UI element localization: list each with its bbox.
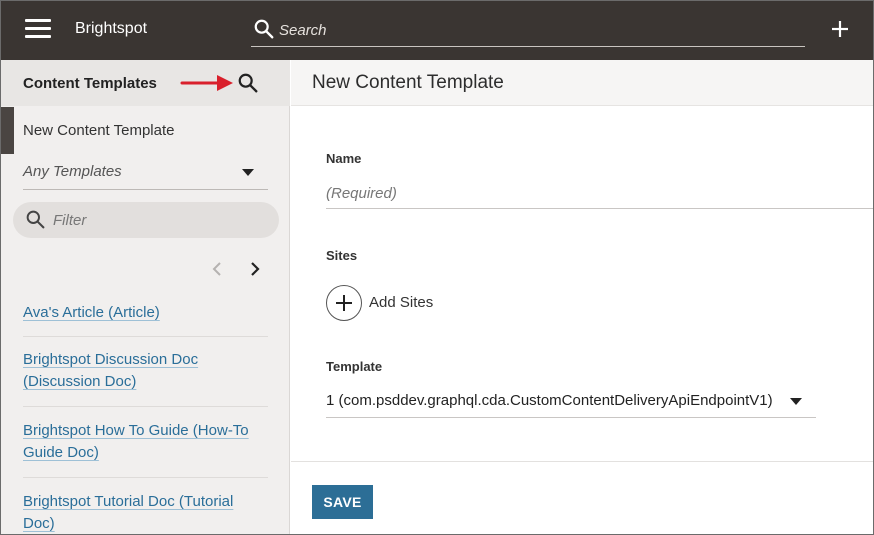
brand-name: Brightspot <box>75 20 148 37</box>
template-link[interactable]: Brightspot Discussion Doc (Discussion Do… <box>23 351 198 390</box>
search-input[interactable] <box>279 19 779 41</box>
save-button[interactable]: SAVE <box>312 485 373 519</box>
list-item: Brightspot How To Guide (How-To Guide Do… <box>23 407 268 478</box>
main-header: New Content Template <box>291 60 873 106</box>
template-dropdown[interactable]: 1 (com.psddev.graphql.cda.CustomContentD… <box>326 386 816 418</box>
template-type-dropdown[interactable]: Any Templates <box>23 158 268 190</box>
chevron-right-icon[interactable] <box>247 260 263 278</box>
template-link[interactable]: Ava's Article (Article) <box>23 304 160 321</box>
filter-field[interactable] <box>13 202 279 238</box>
search-icon[interactable] <box>237 72 259 94</box>
caret-down-icon <box>790 398 802 405</box>
template-link[interactable]: Brightspot How To Guide (How-To Guide Do… <box>23 422 249 461</box>
template-type-value: Any Templates <box>23 163 122 180</box>
app-window: Brightspot Content Templates <box>0 0 874 535</box>
plus-icon[interactable] <box>829 18 851 40</box>
main-panel: New Content Template Name Sites Add Site… <box>291 60 873 534</box>
chevron-left-icon[interactable] <box>209 260 225 278</box>
filter-input[interactable] <box>53 210 253 230</box>
selection-indicator <box>1 107 14 154</box>
sidebar: Content Templates New Content Template A… <box>1 60 290 534</box>
caret-down-icon <box>242 169 254 176</box>
sidebar-header: Content Templates <box>1 60 290 106</box>
search-icon <box>26 210 45 229</box>
annotation-arrow-icon <box>180 75 233 91</box>
template-list: Ava's Article (Article) Brightspot Discu… <box>23 292 268 534</box>
page-title: New Content Template <box>312 72 504 93</box>
template-label: Template <box>326 359 383 374</box>
search-icon <box>254 19 274 39</box>
template-link[interactable]: Brightspot Tutorial Doc (Tutorial Doc) <box>23 493 233 532</box>
selected-item-label: New Content Template <box>23 122 175 139</box>
add-circle <box>326 285 362 321</box>
sidebar-title: Content Templates <box>23 75 157 92</box>
divider <box>291 461 873 462</box>
hamburger-icon[interactable] <box>25 19 51 39</box>
list-item: Brightspot Tutorial Doc (Tutorial Doc) <box>23 478 268 534</box>
plus-icon <box>336 295 352 311</box>
name-label: Name <box>326 151 362 166</box>
top-bar: Brightspot <box>1 1 873 60</box>
name-field[interactable] <box>326 178 873 209</box>
list-item: Ava's Article (Article) <box>23 292 268 337</box>
global-search[interactable] <box>251 13 805 47</box>
sites-label: Sites <box>326 248 358 263</box>
list-item: Brightspot Discussion Doc (Discussion Do… <box>23 337 268 407</box>
add-sites-label: Add Sites <box>369 294 434 311</box>
template-value: 1 (com.psddev.graphql.cda.CustomContentD… <box>326 392 773 409</box>
selected-item[interactable]: New Content Template <box>1 107 290 154</box>
